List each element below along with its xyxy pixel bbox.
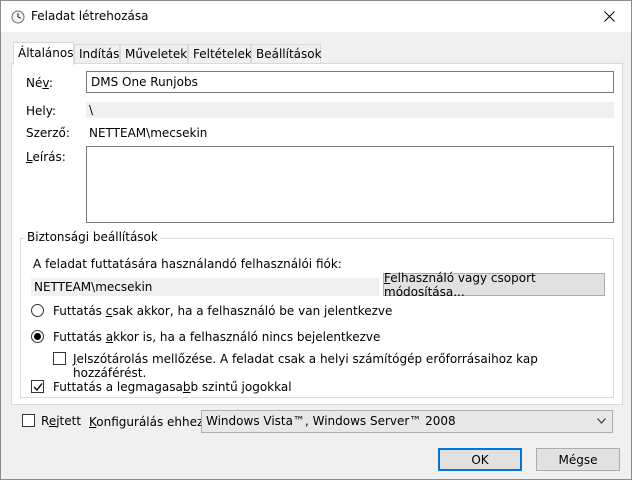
run-logged-on-radio[interactable] — [31, 304, 44, 317]
run-whether-logged-radio[interactable] — [31, 330, 44, 343]
window-title: Feladat létrehozása — [31, 9, 149, 23]
tab-triggers[interactable]: Indítás — [74, 44, 120, 64]
account-label: A feladat futtatására használandó felhas… — [33, 257, 342, 271]
location-label: Hely: — [26, 104, 57, 118]
description-textarea[interactable] — [86, 146, 614, 223]
close-icon — [603, 11, 615, 22]
author-value: NETTEAM\mecsekin — [89, 126, 208, 140]
highest-privileges-label: Futtatás a legmagasabb szintű jogokkal — [53, 380, 292, 394]
configure-for-label: Konfigurálás ehhez: — [89, 415, 208, 429]
title-bar: Feladat létrehozása — [1, 1, 631, 32]
account-value: NETTEAM\mecsekin — [31, 278, 379, 296]
tab-actions[interactable]: Műveletek — [120, 44, 188, 64]
security-group-title: Biztonsági beállítások — [25, 230, 160, 244]
name-label: Név: — [26, 76, 53, 90]
location-value: \ — [86, 102, 614, 118]
security-options-group: Biztonsági beállítások A feladat futtatá… — [20, 230, 614, 398]
name-input[interactable]: DMS One Runjobs — [86, 71, 614, 93]
no-password-label: Jelszótárolás mellőzése. A feladat csak … — [73, 352, 538, 380]
change-user-button[interactable]: Felhasználó vagy csoport módosítása... — [383, 271, 605, 299]
tab-settings[interactable]: Beállítások — [251, 44, 322, 64]
configure-for-select[interactable]: Windows Vista™, Windows Server™ 2008 — [201, 410, 613, 433]
run-logged-on-label: Futtatás csak akkor, ha a felhasználó be… — [53, 304, 393, 318]
run-whether-logged-label: Futtatás akkor is, ha a felhasználó ninc… — [53, 330, 381, 344]
cancel-button[interactable]: Mégse — [536, 448, 620, 471]
no-password-checkbox[interactable] — [53, 352, 66, 365]
description-label: Leírás: — [26, 150, 66, 164]
general-panel: Név: DMS One Runjobs Hely: \ Szerző: NET… — [11, 63, 623, 405]
ok-button[interactable]: OK — [438, 448, 522, 471]
task-dialog: Feladat létrehozása Általános Indítás Mű… — [0, 0, 632, 480]
tab-general[interactable]: Általános — [13, 42, 74, 65]
clock-icon — [11, 10, 25, 24]
hidden-label: Rejtett — [41, 414, 82, 428]
hidden-checkbox[interactable] — [22, 414, 35, 427]
highest-privileges-checkbox[interactable] — [31, 380, 44, 393]
tab-conditions[interactable]: Feltételek — [188, 44, 252, 64]
author-label: Szerző: — [26, 126, 70, 140]
close-button[interactable] — [587, 1, 631, 32]
checkmark-icon — [33, 383, 43, 392]
chevron-down-icon — [597, 418, 606, 424]
